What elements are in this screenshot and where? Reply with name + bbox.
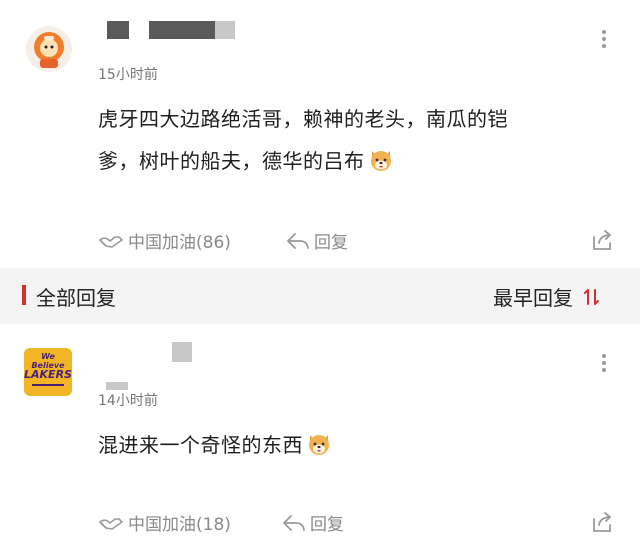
more-vertical-icon[interactable] <box>602 30 606 51</box>
dog-face-emoji <box>368 145 394 171</box>
like-button[interactable]: 中国加油(18) <box>98 510 231 535</box>
comment-text: 混进来一个奇怪的东西 <box>98 433 303 457</box>
thumbs-up-icon <box>99 235 123 248</box>
avatar-underline <box>32 384 64 386</box>
all-replies-title: 全部回复 <box>36 286 116 310</box>
comment-text-line2-wrap: 爹，树叶的船夫，德华的吕布 <box>98 140 628 182</box>
like-label: 中国加油(86) <box>128 233 231 253</box>
share-icon[interactable] <box>590 510 614 538</box>
username-redacted[interactable] <box>107 19 235 41</box>
sort-arrows-icon <box>584 288 599 305</box>
user-avatar[interactable] <box>26 26 72 72</box>
username-redacted[interactable] <box>172 342 192 362</box>
comment-time: 15小时前 <box>98 67 158 83</box>
avatar-text-main: LAKERS <box>24 368 72 381</box>
dog-face-emoji <box>306 429 332 455</box>
share-icon[interactable] <box>590 228 614 256</box>
section-accent-bar <box>22 285 26 305</box>
replies-section-header: 全部回复 最早回复 <box>0 268 640 324</box>
user-avatar[interactable]: We Believe LAKERS <box>24 348 72 396</box>
sort-button[interactable]: 最早回复 <box>493 282 601 311</box>
comment-time: 14小时前 <box>98 393 158 409</box>
reply-button[interactable]: 回复 <box>286 228 348 253</box>
reply-arrow-icon <box>287 232 309 249</box>
comment-item: We Believe LAKERS 14小时前 混进来一个奇怪的东西 中国加油(… <box>0 324 640 542</box>
username-redacted-small <box>106 382 128 390</box>
more-vertical-icon[interactable] <box>602 354 606 375</box>
like-label: 中国加油(18) <box>128 515 231 535</box>
reply-label: 回复 <box>310 515 344 535</box>
sort-label: 最早回复 <box>493 286 573 310</box>
reply-label: 回复 <box>314 233 348 253</box>
like-button[interactable]: 中国加油(86) <box>98 228 231 253</box>
reply-arrow-icon <box>283 514 305 531</box>
reply-button[interactable]: 回复 <box>282 510 344 535</box>
comment-text-line1: 虎牙四大边路绝活哥，赖神的老头，南瓜的铠 <box>98 107 508 131</box>
comment-item: 15小时前 虎牙四大边路绝活哥，赖神的老头，南瓜的铠 爹，树叶的船夫，德华的吕布 <box>0 0 640 265</box>
thumbs-up-icon <box>99 517 123 530</box>
comment-text-line2: 爹，树叶的船夫，德华的吕布 <box>98 149 365 173</box>
